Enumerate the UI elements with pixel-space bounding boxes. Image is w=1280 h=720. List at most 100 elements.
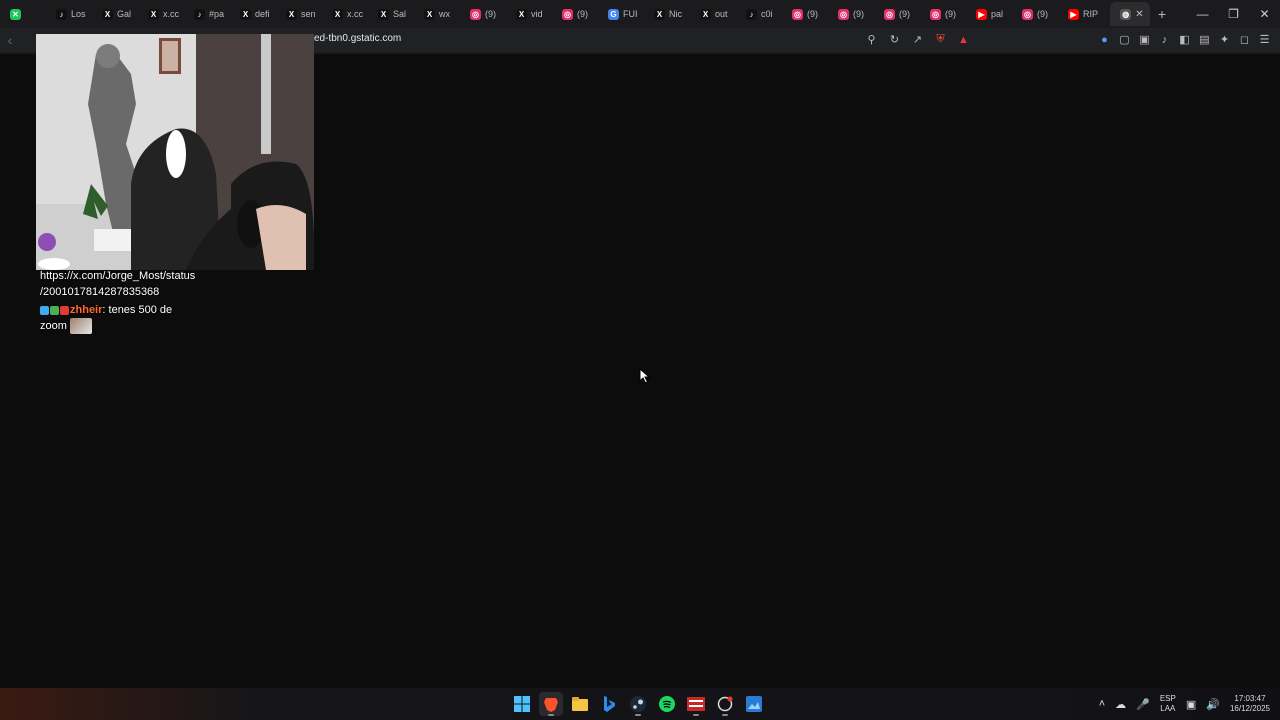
zoom-icon[interactable]: ⚲ bbox=[864, 32, 879, 47]
tab[interactable]: ♪ Los bbox=[52, 2, 98, 26]
tab-label: (9) bbox=[853, 9, 864, 19]
tab[interactable]: G FUI bbox=[604, 2, 650, 26]
tab[interactable]: Xdefi bbox=[236, 2, 282, 26]
tab[interactable]: ♪ #pa bbox=[190, 2, 236, 26]
close-window-icon[interactable]: ✕ bbox=[1249, 0, 1280, 28]
wallet-icon[interactable]: ▤ bbox=[1197, 32, 1212, 47]
vpn-icon[interactable]: ◻ bbox=[1237, 32, 1252, 47]
brave-shield-icon[interactable]: ⛨ bbox=[933, 32, 948, 47]
taskbar-bing[interactable] bbox=[597, 692, 621, 716]
share-icon[interactable]: ↗ bbox=[910, 32, 925, 47]
x-icon: X bbox=[240, 8, 251, 20]
tab-label: (9) bbox=[899, 9, 910, 19]
url-text[interactable]: ed-tbn0.gstatic.com bbox=[314, 33, 401, 44]
network-icon[interactable]: ▣ bbox=[1186, 698, 1196, 711]
instagram-icon: ◎ bbox=[1022, 8, 1033, 20]
back-icon[interactable]: ‹ bbox=[0, 32, 20, 48]
taskbar-app-blue[interactable] bbox=[742, 692, 766, 716]
toolbar-icons: ● ▢ ▣ ♪ ◧ ▤ ✦ ◻ ☰ bbox=[1097, 32, 1272, 47]
tab[interactable]: Xx.cc bbox=[328, 2, 374, 26]
tab[interactable]: ◎ (9) bbox=[926, 2, 972, 26]
tab-bar: ✕ ♪ Los X Gal Xx.cc ♪ #pa Xdefi Xsen Xx.cc X Sal Xwx ◎… bbox=[0, 0, 1280, 28]
taskbar-brave[interactable] bbox=[539, 692, 563, 716]
media-icon[interactable]: ♪ bbox=[1157, 32, 1172, 47]
brave-rewards-icon[interactable]: ▲ bbox=[956, 32, 971, 47]
tiktok-icon: ♪ bbox=[56, 8, 67, 20]
tab[interactable]: Xout bbox=[696, 2, 742, 26]
speech-icon[interactable]: ● bbox=[1097, 32, 1112, 47]
folder-icon bbox=[572, 697, 588, 711]
clock[interactable]: 17:03:47 16/12/2025 bbox=[1230, 694, 1270, 714]
minimize-icon[interactable]: — bbox=[1187, 0, 1218, 28]
taskbar-spotify[interactable] bbox=[655, 692, 679, 716]
clock-time: 17:03:47 bbox=[1234, 694, 1266, 703]
mouse-cursor-icon bbox=[639, 368, 651, 384]
tab[interactable]: X Gal bbox=[98, 2, 144, 26]
instagram-icon: ◎ bbox=[884, 8, 895, 20]
leo-ai-icon[interactable]: ✦ bbox=[1217, 32, 1232, 47]
instagram-icon: ◎ bbox=[470, 8, 481, 20]
window-controls: — ❐ ✕ bbox=[1187, 0, 1280, 28]
menu-icon[interactable]: ☰ bbox=[1257, 32, 1272, 47]
chat-username: zhheir bbox=[70, 304, 103, 316]
muted-tab-icon: ✕ bbox=[10, 8, 21, 20]
tab[interactable]: ◎ (9) bbox=[880, 2, 926, 26]
tab[interactable]: ✕ bbox=[6, 2, 52, 26]
tab-label: Los bbox=[71, 9, 86, 19]
start-button[interactable] bbox=[510, 692, 534, 716]
x-icon: X bbox=[654, 8, 665, 20]
instagram-icon: ◎ bbox=[562, 8, 573, 20]
tab[interactable]: Xvid bbox=[512, 2, 558, 26]
history-icon[interactable]: ↻ bbox=[887, 32, 902, 47]
volume-icon[interactable]: 🔊 bbox=[1206, 698, 1220, 711]
tab[interactable]: ♪ c0i bbox=[742, 2, 788, 26]
chat-link-line-1: https://x.com/Jorge_Most/status bbox=[40, 270, 196, 282]
restore-icon[interactable]: ❐ bbox=[1218, 0, 1249, 28]
tab-label: wx bbox=[439, 9, 450, 19]
tab-label: x.cc bbox=[347, 9, 364, 19]
tab-label: vid bbox=[531, 9, 543, 19]
tab-label: pal bbox=[991, 9, 1004, 19]
chat-link-line-2: /2001017814287835368 bbox=[40, 286, 160, 298]
tab[interactable]: ▶ pal bbox=[972, 2, 1018, 26]
gift-badge-icon bbox=[60, 305, 69, 315]
taskbar-steam[interactable] bbox=[626, 692, 650, 716]
tab-active[interactable]: ◍ ✕ bbox=[1110, 2, 1150, 26]
taskbar: ˄ ☁ 🎤 ESP LAA ▣ 🔊 17:03:47 16/12/2025 bbox=[0, 688, 1280, 720]
emote-icon bbox=[69, 318, 92, 335]
language-indicator[interactable]: ESP LAA bbox=[1160, 694, 1176, 714]
microphone-icon[interactable]: 🎤 bbox=[1136, 698, 1150, 711]
active-indicator bbox=[548, 714, 554, 716]
taskbar-explorer[interactable] bbox=[568, 692, 592, 716]
spotify-icon bbox=[659, 696, 675, 712]
taskbar-app-circle[interactable] bbox=[713, 692, 737, 716]
close-tab-icon[interactable]: ✕ bbox=[1135, 9, 1143, 20]
tab[interactable]: ◎ (9) bbox=[466, 2, 512, 26]
tab[interactable]: X Sal bbox=[374, 2, 420, 26]
sidebar-icon[interactable]: ◧ bbox=[1177, 32, 1192, 47]
keyboard-layout: LAA bbox=[1160, 704, 1176, 713]
running-indicator bbox=[635, 714, 641, 716]
tab[interactable]: ◎ (9) bbox=[834, 2, 880, 26]
cloud-icon[interactable]: ☁ bbox=[1115, 698, 1126, 711]
x-icon: X bbox=[332, 8, 343, 20]
new-tab-icon[interactable]: + bbox=[1150, 6, 1174, 22]
globe-icon: ◍ bbox=[1120, 8, 1132, 20]
tab[interactable]: Xwx bbox=[420, 2, 466, 26]
instagram-icon: ◎ bbox=[930, 8, 941, 20]
extensions-icon[interactable]: ▢ bbox=[1117, 32, 1132, 47]
tab[interactable]: ◎ (9) bbox=[558, 2, 604, 26]
taskbar-obs[interactable] bbox=[684, 692, 708, 716]
tab[interactable]: X Nic bbox=[650, 2, 696, 26]
language-code: ESP bbox=[1159, 694, 1176, 703]
tab[interactable]: Xx.cc bbox=[144, 2, 190, 26]
tab[interactable]: Xsen bbox=[282, 2, 328, 26]
recording-app-icon bbox=[687, 697, 705, 711]
chevron-up-icon[interactable]: ˄ bbox=[1099, 698, 1105, 710]
chat-overlay: https://x.com/Jorge_Most/status /2001017… bbox=[40, 268, 240, 335]
tab[interactable]: ◎ (9) bbox=[788, 2, 834, 26]
tab[interactable]: ◎ (9) bbox=[1018, 2, 1064, 26]
instagram-icon: ◎ bbox=[792, 8, 803, 20]
screenshot-icon[interactable]: ▣ bbox=[1137, 32, 1152, 47]
tab[interactable]: ▶ RIP bbox=[1064, 2, 1110, 26]
